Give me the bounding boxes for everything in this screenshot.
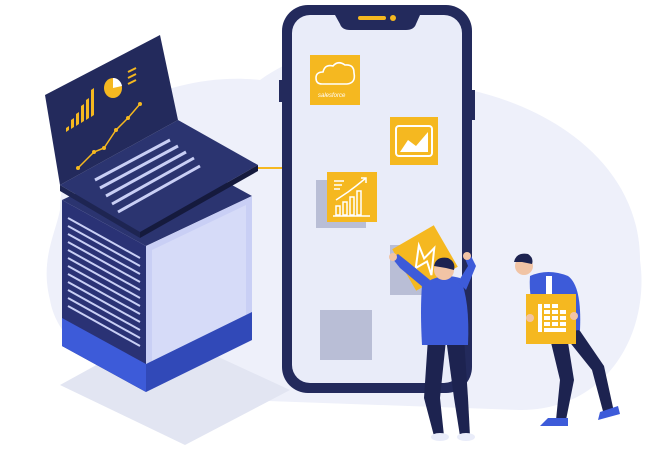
placeholder-block [320, 310, 372, 360]
saas-integration-illustration: salesforce [45, 5, 642, 445]
spreadsheet-tile [526, 294, 578, 344]
phone-camera [390, 15, 396, 21]
phone-speaker [358, 16, 386, 20]
growth-chart-tile [327, 172, 377, 222]
pie-chart-icon [104, 77, 122, 98]
line-chart-tile [390, 117, 438, 165]
salesforce-label: salesforce [318, 93, 346, 99]
salesforce-tile: salesforce [310, 55, 360, 105]
